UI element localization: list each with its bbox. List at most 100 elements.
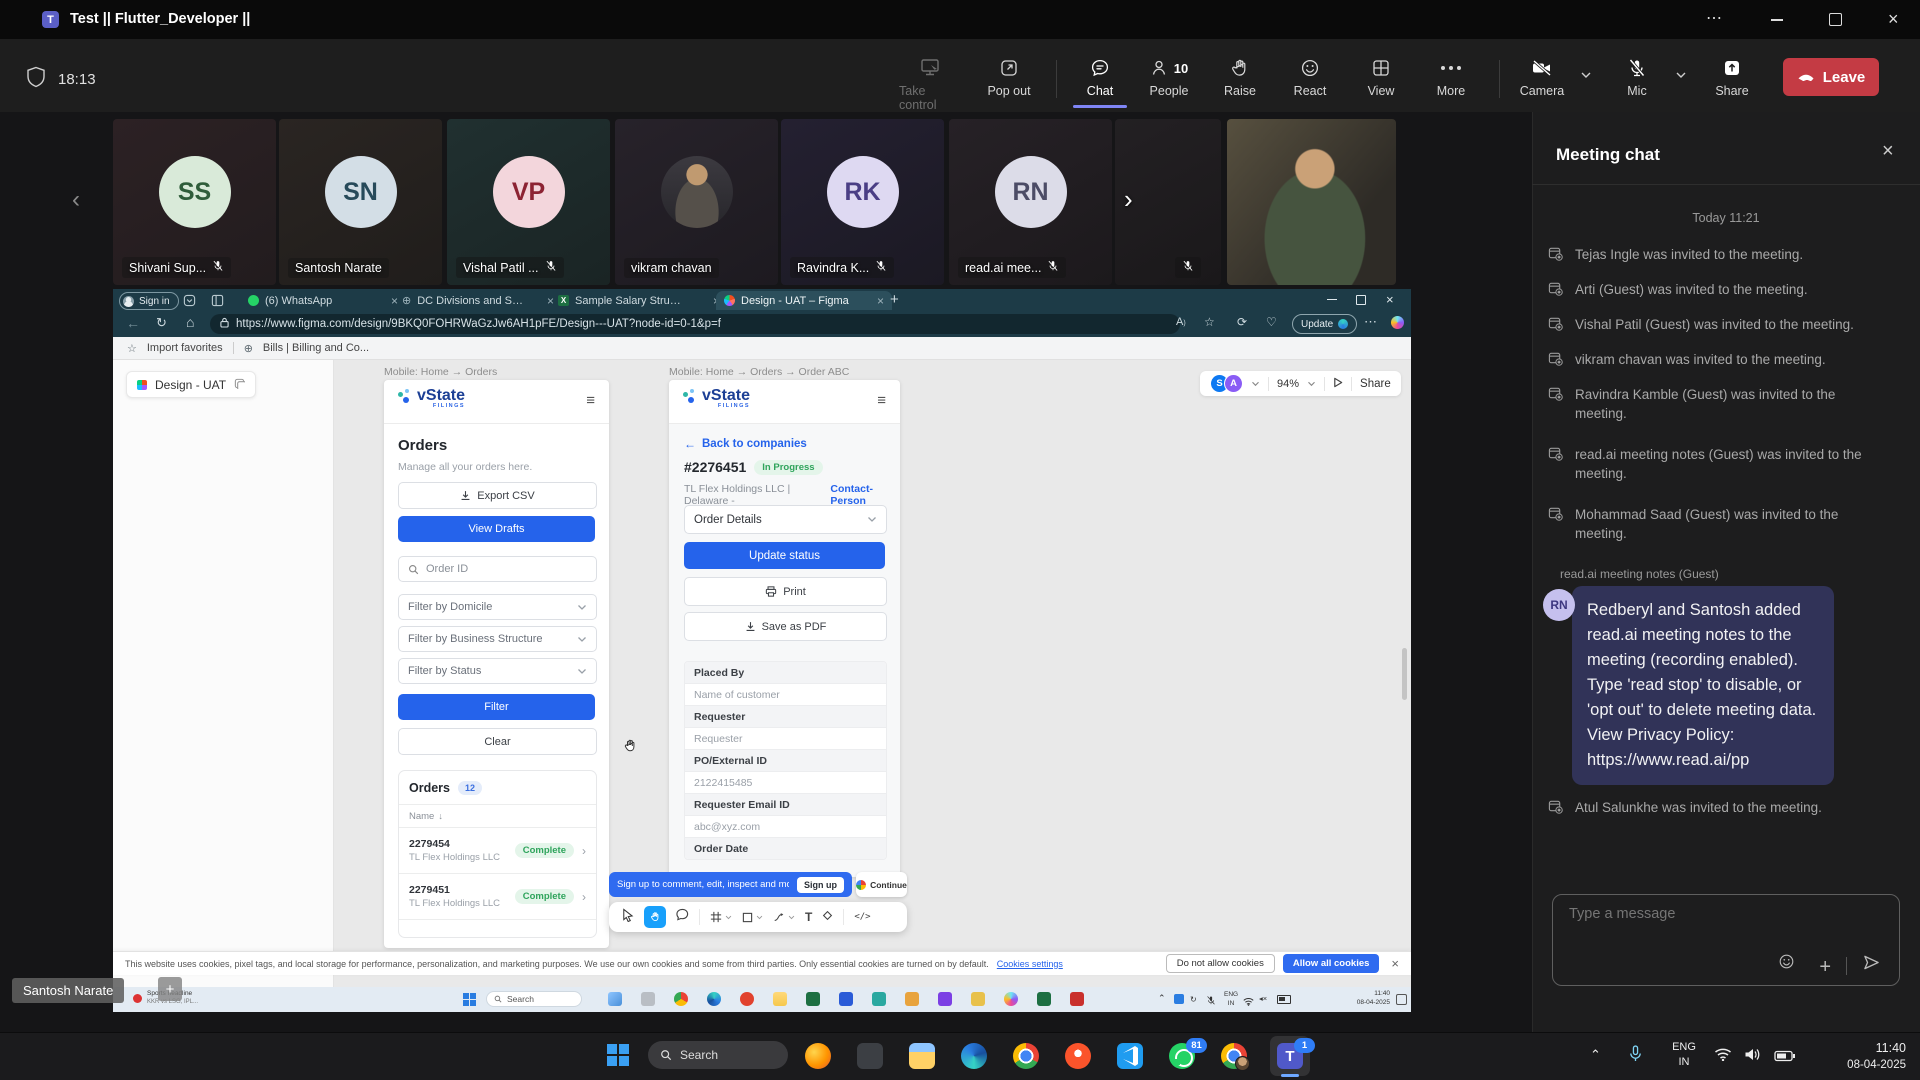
update-status-button[interactable]: Update status bbox=[684, 542, 885, 569]
remote-app-icon[interactable] bbox=[839, 992, 853, 1006]
filter-status-select[interactable]: Filter by Status bbox=[398, 658, 597, 684]
frame-label[interactable]: Mobile: Home → Orders → Order ABC bbox=[669, 366, 849, 378]
google-continue-button[interactable]: Continue bbox=[856, 872, 907, 897]
canvas-scrollbar[interactable] bbox=[1402, 648, 1407, 700]
chat-close-icon[interactable]: × bbox=[1882, 140, 1894, 163]
order-details-select[interactable]: Order Details bbox=[684, 505, 887, 534]
chat-message-input[interactable] bbox=[1567, 905, 1871, 923]
browser-minimize-icon[interactable] bbox=[1327, 299, 1337, 300]
participant-tile[interactable]: SN Santosh Narate bbox=[279, 119, 442, 285]
figma-share-button[interactable]: Share bbox=[1360, 378, 1391, 390]
react-button[interactable]: React bbox=[1278, 58, 1342, 98]
remote-app-icon[interactable] bbox=[674, 992, 688, 1006]
order-id-search-input[interactable]: Order ID bbox=[398, 556, 597, 582]
chat-input-box[interactable]: + bbox=[1552, 894, 1900, 986]
taskbar-chrome-profile-icon[interactable] bbox=[1221, 1043, 1247, 1069]
hamburger-menu-icon[interactable]: ≡ bbox=[877, 392, 886, 409]
browser-maximize-icon[interactable] bbox=[1356, 295, 1366, 305]
remote-app-icon[interactable] bbox=[1004, 992, 1018, 1006]
favorite-star-icon[interactable]: ☆ bbox=[1204, 315, 1215, 329]
frame-tool[interactable] bbox=[710, 911, 732, 923]
export-csv-button[interactable]: Export CSV bbox=[398, 482, 597, 509]
tray-chevron-icon[interactable]: ⌃ bbox=[1590, 1047, 1601, 1063]
taskbar-edge-icon[interactable] bbox=[961, 1043, 987, 1069]
view-button[interactable]: View bbox=[1349, 58, 1413, 98]
comment-tool-icon[interactable] bbox=[676, 908, 689, 926]
remote-lang-indicator[interactable]: ENGIN bbox=[1224, 990, 1238, 1008]
participants-scroll-right-icon[interactable]: › bbox=[1124, 184, 1133, 215]
remote-app-icon[interactable] bbox=[773, 992, 787, 1006]
participants-scroll-left-icon[interactable]: ‹ bbox=[72, 186, 80, 214]
move-tool-icon[interactable] bbox=[621, 908, 634, 927]
pop-out-button[interactable]: Pop out bbox=[977, 58, 1041, 98]
new-tab-icon[interactable]: + bbox=[890, 291, 899, 308]
send-icon[interactable] bbox=[1862, 954, 1881, 976]
attach-plus-icon[interactable]: + bbox=[1819, 956, 1831, 979]
tray-mic-icon[interactable] bbox=[1628, 1044, 1643, 1069]
figma-frame-orders[interactable]: vStateFILINGS ≡ Orders Manage all your o… bbox=[384, 380, 609, 948]
import-favorites-link[interactable]: Import favorites bbox=[147, 342, 223, 354]
taskbar-chrome-icon[interactable] bbox=[1013, 1043, 1039, 1069]
figma-frame-order-detail[interactable]: vStateFILINGS ≡ ← Back to companies #227… bbox=[669, 380, 900, 877]
contact-person-link[interactable]: Contact-Person bbox=[830, 483, 900, 507]
back-icon[interactable]: ← bbox=[126, 315, 140, 331]
remote-app-icon[interactable] bbox=[938, 992, 952, 1006]
camera-button[interactable]: Camera bbox=[1510, 58, 1574, 98]
shape-tool[interactable] bbox=[742, 912, 763, 923]
remote-app-icon[interactable] bbox=[707, 992, 721, 1006]
start-button[interactable] bbox=[607, 1044, 629, 1066]
people-button[interactable]: 10 People bbox=[1137, 58, 1201, 98]
tray-language-indicator[interactable]: ENGIN bbox=[1662, 1040, 1706, 1070]
remote-app-icon[interactable] bbox=[971, 992, 985, 1006]
mic-dropdown-chevron[interactable] bbox=[1675, 66, 1687, 84]
tab-close-icon[interactable]: × bbox=[877, 294, 884, 308]
collections-icon[interactable]: ⟳ bbox=[1237, 315, 1247, 329]
emoji-icon[interactable] bbox=[1778, 953, 1795, 975]
participant-tile[interactable]: RN read.ai mee... bbox=[949, 119, 1112, 285]
remote-app-icon[interactable] bbox=[1037, 992, 1051, 1006]
chat-message-bubble[interactable]: Redberyl and Santosh added read.ai meeti… bbox=[1572, 586, 1834, 785]
remote-app-icon[interactable] bbox=[641, 992, 655, 1006]
tab-actions-icon[interactable] bbox=[183, 294, 196, 312]
remote-app-icon[interactable] bbox=[905, 992, 919, 1006]
clear-button[interactable]: Clear bbox=[398, 728, 597, 755]
signup-button[interactable]: Sign up bbox=[797, 877, 844, 893]
browser-tab[interactable]: (6) WhatsApp× bbox=[240, 291, 406, 310]
frame-label[interactable]: Mobile: Home → Orders bbox=[384, 366, 497, 378]
participant-tile-video[interactable] bbox=[1227, 119, 1396, 285]
share-button[interactable]: Share bbox=[1700, 58, 1764, 98]
deny-cookies-button[interactable]: Do not allow cookies bbox=[1166, 954, 1275, 973]
close-button[interactable]: × bbox=[1888, 9, 1899, 30]
present-icon[interactable] bbox=[1333, 375, 1343, 393]
text-tool-icon[interactable]: T bbox=[805, 910, 812, 924]
tray-battery-icon[interactable] bbox=[1774, 1049, 1796, 1067]
more-button[interactable]: More bbox=[1419, 58, 1483, 98]
zoom-level[interactable]: 94% bbox=[1277, 378, 1299, 390]
participant-tile[interactable]: VP Vishal Patil ... bbox=[447, 119, 610, 285]
participant-tile[interactable]: RK Ravindra K... bbox=[781, 119, 944, 285]
take-control-button[interactable]: Take control bbox=[899, 58, 963, 112]
chat-bubble-avatar[interactable]: RN bbox=[1543, 589, 1575, 621]
sort-icon[interactable]: ↓ bbox=[438, 811, 443, 821]
allow-cookies-button[interactable]: Allow all cookies bbox=[1283, 954, 1380, 973]
taskbar-vscode-icon[interactable] bbox=[1117, 1043, 1143, 1069]
participant-tile[interactable]: vikram chavan bbox=[615, 119, 778, 285]
connector-tool[interactable] bbox=[773, 911, 795, 923]
favorites-heart-icon[interactable]: ♡ bbox=[1266, 315, 1277, 329]
components-tool-icon[interactable] bbox=[822, 908, 833, 926]
read-aloud-icon[interactable]: A) bbox=[1176, 316, 1186, 328]
filter-domicile-select[interactable]: Filter by Domicile bbox=[398, 594, 597, 620]
back-link[interactable]: ← Back to companies bbox=[684, 437, 807, 451]
tray-volume-icon[interactable] bbox=[1744, 1047, 1761, 1067]
remote-clock[interactable]: 11:4008-04-2025 bbox=[1340, 989, 1390, 1007]
overlay-plus-button[interactable]: + bbox=[158, 977, 182, 1001]
chat-button[interactable]: Chat bbox=[1068, 58, 1132, 98]
refresh-icon[interactable]: ↻ bbox=[156, 315, 167, 331]
remote-app-icon[interactable] bbox=[608, 992, 622, 1006]
print-button[interactable]: Print bbox=[684, 577, 887, 606]
order-row[interactable]: 2279451TL Flex Holdings LLC Complete › bbox=[399, 874, 596, 920]
remote-app-icon[interactable] bbox=[806, 992, 820, 1006]
remote-app-icon[interactable] bbox=[872, 992, 886, 1006]
tray-wifi-icon[interactable] bbox=[1714, 1047, 1732, 1066]
home-icon[interactable]: ⌂ bbox=[186, 314, 194, 330]
